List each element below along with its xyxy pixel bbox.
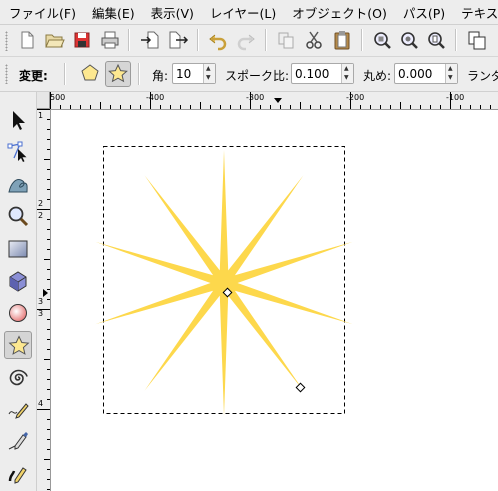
mode-label: 変更: bbox=[19, 69, 48, 83]
bezier-pen-icon bbox=[8, 432, 28, 450]
import-icon[interactable] bbox=[139, 29, 161, 51]
spoke-ratio-spinbox[interactable]: ▲▼ bbox=[291, 63, 354, 84]
3d-box-tool[interactable] bbox=[4, 267, 32, 295]
open-icon[interactable] bbox=[43, 29, 65, 51]
spoke-ratio-stepper[interactable]: ▲ ▼ bbox=[341, 64, 353, 83]
ruler-label: -100 bbox=[446, 93, 465, 102]
pencil-icon bbox=[8, 403, 29, 419]
zoom-selection-icon[interactable] bbox=[371, 29, 393, 51]
toolbox bbox=[0, 92, 37, 491]
spoke-ratio-input[interactable] bbox=[295, 66, 341, 81]
rectangle-icon bbox=[8, 240, 28, 258]
node-edit-icon bbox=[7, 141, 27, 162]
corners-input[interactable] bbox=[176, 66, 204, 81]
star-tool[interactable] bbox=[4, 331, 32, 359]
toolbar-separator bbox=[455, 29, 457, 51]
rectangle-tool[interactable] bbox=[4, 235, 32, 263]
toolbar-separator bbox=[128, 29, 130, 51]
toolbar-grip[interactable] bbox=[5, 64, 8, 84]
star-shape[interactable] bbox=[95, 150, 353, 416]
toolbar-grip[interactable] bbox=[5, 31, 8, 51]
toolbar-separator bbox=[197, 29, 199, 51]
arrow-pointer-icon bbox=[13, 111, 25, 130]
redo-icon[interactable] bbox=[235, 29, 257, 51]
zoom-drawing-icon[interactable] bbox=[398, 29, 420, 51]
menu-layer[interactable]: レイヤー(L) bbox=[201, 3, 283, 22]
corners-label: 角: bbox=[152, 69, 169, 83]
ruler-label: -400 bbox=[146, 93, 165, 102]
copy-icon[interactable] bbox=[275, 29, 297, 51]
horizontal-ruler-ticks bbox=[50, 92, 491, 109]
menu-object[interactable]: オブジェクト(O) bbox=[283, 3, 394, 22]
polygon-icon bbox=[81, 64, 99, 81]
ruler-corner bbox=[37, 92, 50, 109]
spiral-icon bbox=[9, 369, 28, 386]
toolbar-separator bbox=[265, 29, 267, 51]
ruler-label: -200 bbox=[346, 93, 365, 102]
ellipse-icon bbox=[9, 304, 27, 322]
polygon-mode-button[interactable] bbox=[78, 61, 104, 87]
vertical-ruler[interactable]: 1 2 2 3 3 4 bbox=[37, 109, 51, 491]
undo-icon[interactable] bbox=[207, 29, 229, 51]
cursor-position-marker bbox=[274, 98, 282, 103]
tweak-wave-icon bbox=[8, 179, 28, 193]
menu-edit[interactable]: 編集(E) bbox=[83, 3, 142, 22]
save-icon[interactable] bbox=[71, 29, 93, 51]
menu-text[interactable]: テキス bbox=[452, 3, 498, 22]
tool-controls-bar: 変更: 角: ▲▼ スポーク比: ▲▼ 丸め: ▲▼ ランダ bbox=[0, 57, 498, 92]
cut-icon[interactable] bbox=[303, 29, 325, 51]
new-document-icon[interactable] bbox=[16, 29, 38, 51]
magnifier-icon bbox=[8, 206, 29, 227]
paste-icon[interactable] bbox=[331, 29, 353, 51]
menu-file[interactable]: ファイル(F) bbox=[0, 3, 83, 22]
ruler-label: 500 bbox=[50, 93, 66, 102]
menu-view[interactable]: 表示(V) bbox=[142, 3, 201, 22]
zoom-page-icon[interactable] bbox=[425, 29, 447, 51]
export-icon[interactable] bbox=[167, 29, 189, 51]
pencil-tool[interactable] bbox=[4, 395, 32, 423]
ruler-label: 3 bbox=[38, 309, 44, 318]
rounded-stepper[interactable]: ▲ ▼ bbox=[445, 64, 457, 83]
calligraphy-pen-icon bbox=[8, 467, 27, 484]
drawing-canvas[interactable] bbox=[51, 110, 498, 491]
duplicate-icon[interactable] bbox=[466, 29, 488, 51]
calligraphy-tool[interactable] bbox=[4, 459, 32, 487]
spoke-ratio-label: スポーク比: bbox=[225, 69, 290, 83]
ruler-label: 4 bbox=[38, 399, 44, 408]
toolbar-separator bbox=[138, 63, 140, 85]
ruler-label: -300 bbox=[246, 93, 265, 102]
star-mode-button[interactable] bbox=[105, 61, 131, 87]
corners-spinbox[interactable]: ▲▼ bbox=[172, 63, 216, 84]
ruler-label: 2 bbox=[38, 211, 44, 220]
ruler-label: 3 bbox=[38, 297, 44, 306]
pen-tool[interactable] bbox=[4, 427, 32, 455]
rounded-spinbox[interactable]: ▲▼ bbox=[394, 63, 458, 84]
spiral-tool[interactable] bbox=[4, 363, 32, 391]
star-icon bbox=[8, 335, 30, 355]
selector-tool[interactable] bbox=[4, 106, 32, 134]
canvas-svg[interactable] bbox=[51, 110, 498, 491]
rounded-label: 丸め: bbox=[363, 69, 392, 83]
tweak-tool[interactable] bbox=[4, 170, 32, 198]
corners-stepper[interactable]: ▲ ▼ bbox=[203, 64, 215, 83]
inkscape-window: ファイル(F) 編集(E) 表示(V) レイヤー(L) オブジェクト(O) パス… bbox=[0, 0, 498, 491]
rounded-input[interactable] bbox=[398, 66, 445, 81]
horizontal-ruler[interactable]: 500 -400 -300 -200 -100 bbox=[50, 92, 498, 110]
randomized-label: ランダ bbox=[467, 69, 498, 83]
toolbar-separator bbox=[64, 63, 66, 85]
menubar: ファイル(F) 編集(E) 表示(V) レイヤー(L) オブジェクト(O) パス… bbox=[0, 0, 498, 25]
3d-box-icon bbox=[9, 271, 27, 292]
node-tool[interactable] bbox=[4, 138, 32, 166]
commands-toolbar bbox=[0, 25, 498, 57]
cursor-position-marker bbox=[43, 289, 48, 297]
menu-path[interactable]: パス(P) bbox=[394, 3, 452, 22]
ruler-label: 2 bbox=[38, 199, 44, 208]
tip-handle[interactable] bbox=[295, 382, 306, 393]
star-shape-icon bbox=[108, 63, 128, 83]
ellipse-tool[interactable] bbox=[4, 299, 32, 327]
ruler-label: 1 bbox=[38, 111, 44, 120]
zoom-tool[interactable] bbox=[4, 202, 32, 230]
toolbar-separator bbox=[361, 29, 363, 51]
print-icon[interactable] bbox=[99, 29, 121, 51]
